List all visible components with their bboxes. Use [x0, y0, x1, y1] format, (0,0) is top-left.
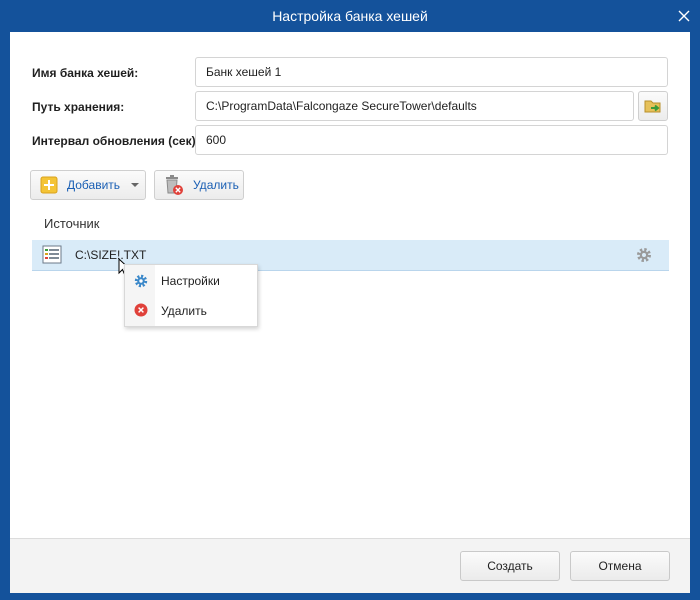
- close-icon: [678, 10, 690, 22]
- window-title: Настройка банка хешей: [272, 8, 428, 24]
- close-button[interactable]: [668, 0, 700, 32]
- column-header-source: Источник: [44, 216, 100, 231]
- path-label: Путь хранения:: [32, 100, 125, 114]
- title-bar: Настройка банка хешей: [0, 0, 700, 32]
- name-label: Имя банка хешей:: [32, 66, 139, 80]
- context-menu-item-settings[interactable]: Настройки: [125, 266, 257, 295]
- add-button-label: Добавить: [67, 178, 121, 192]
- interval-field[interactable]: [195, 125, 668, 155]
- create-button[interactable]: Создать: [460, 551, 560, 581]
- delete-icon: [134, 303, 148, 317]
- browse-folder-button[interactable]: [638, 91, 668, 121]
- name-field[interactable]: [195, 57, 668, 87]
- delete-button[interactable]: Удалить: [154, 170, 244, 200]
- dialog-content: Имя банка хешей: Путь хранения: Интервал…: [10, 32, 690, 538]
- context-menu-label: Удалить: [161, 304, 207, 318]
- file-list-icon: [42, 245, 62, 264]
- trash-icon: [166, 175, 183, 195]
- context-menu-label: Настройки: [161, 274, 220, 288]
- context-menu: Настройки Удалить: [124, 264, 258, 327]
- interval-label: Интервал обновления (сек):: [32, 134, 200, 148]
- dialog-window: Настройка банка хешей Имя банка хешей: П…: [0, 0, 700, 600]
- gear-icon[interactable]: [635, 246, 653, 264]
- dialog-footer: Создать Отмена: [10, 538, 690, 593]
- path-field[interactable]: [195, 91, 634, 121]
- context-menu-item-delete[interactable]: Удалить: [125, 296, 257, 325]
- chevron-down-icon: [131, 183, 140, 187]
- gear-icon: [134, 274, 148, 288]
- file-name: C:\SIZE!.TXT: [75, 248, 147, 262]
- delete-button-label: Удалить: [193, 178, 239, 192]
- folder-icon: [644, 100, 661, 113]
- cancel-button[interactable]: Отмена: [570, 551, 670, 581]
- add-icon: [40, 176, 58, 194]
- add-dropdown-button[interactable]: Добавить: [30, 170, 146, 200]
